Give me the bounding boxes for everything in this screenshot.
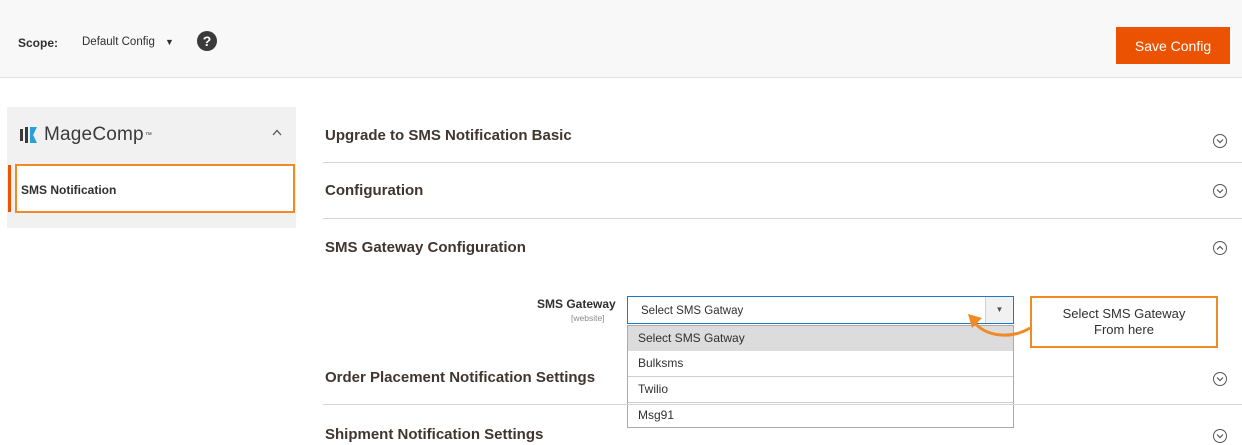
config-sidebar: MageComp ™ SMS Notification bbox=[7, 107, 296, 228]
scope-bar: Scope: Default Config ▼ ? Save Config bbox=[0, 0, 1242, 78]
section-title[interactable]: Configuration bbox=[325, 182, 423, 199]
active-indicator bbox=[8, 165, 11, 212]
select-value: Select SMS Gatway bbox=[641, 305, 744, 317]
callout-line-2: From here bbox=[1094, 322, 1154, 337]
magecomp-logo-icon bbox=[20, 126, 38, 144]
section-title[interactable]: Order Placement Notification Settings bbox=[325, 369, 595, 386]
chevron-up-circle-icon[interactable] bbox=[1213, 241, 1227, 255]
callout-line-1: Select SMS Gateway bbox=[1062, 306, 1186, 321]
help-icon[interactable]: ? bbox=[197, 31, 217, 51]
sidebar-item-sms-notification[interactable]: SMS Notification bbox=[8, 164, 295, 213]
scope-hint: [website] bbox=[571, 313, 605, 323]
sms-gateway-select[interactable]: Select SMS Gatway ▼ bbox=[627, 296, 1014, 324]
section-configuration[interactable]: Configuration bbox=[323, 163, 1242, 219]
caret-down-icon[interactable]: ▼ bbox=[165, 37, 174, 47]
brand-name: MageComp bbox=[44, 124, 144, 145]
annotation-callout: Select SMS Gateway From here bbox=[1030, 296, 1218, 348]
section-order-placement[interactable]: Order Placement Notification Settings bbox=[323, 349, 1242, 405]
chevron-up-icon[interactable] bbox=[272, 125, 282, 139]
sidebar-item-label: SMS Notification bbox=[21, 183, 117, 197]
section-title[interactable]: Shipment Notification Settings bbox=[325, 426, 543, 443]
chevron-down-circle-icon[interactable] bbox=[1213, 429, 1227, 443]
section-shipment[interactable]: Shipment Notification Settings bbox=[323, 405, 1242, 445]
callout-arrow-icon bbox=[968, 314, 1031, 337]
magecomp-tab[interactable]: MageComp ™ bbox=[20, 124, 152, 146]
section-title[interactable]: SMS Gateway Configuration bbox=[325, 239, 526, 256]
section-title[interactable]: Upgrade to SMS Notification Basic bbox=[325, 127, 572, 144]
scope-label: Scope: bbox=[18, 36, 59, 50]
save-config-button[interactable]: Save Config bbox=[1116, 27, 1230, 64]
chevron-down-circle-icon[interactable] bbox=[1213, 372, 1227, 386]
chevron-down-circle-icon[interactable] bbox=[1213, 184, 1227, 198]
scope-switcher[interactable]: Default Config bbox=[82, 36, 155, 48]
trademark-mark: ™ bbox=[144, 131, 152, 139]
chevron-down-circle-icon[interactable] bbox=[1213, 134, 1227, 148]
option-select-sms-gatway[interactable]: Select SMS Gatway bbox=[628, 326, 1013, 351]
sms-gateway-label: SMS Gateway bbox=[537, 297, 616, 311]
section-upgrade[interactable]: Upgrade to SMS Notification Basic bbox=[323, 107, 1242, 163]
section-sms-gateway[interactable]: SMS Gateway Configuration bbox=[323, 219, 1242, 275]
